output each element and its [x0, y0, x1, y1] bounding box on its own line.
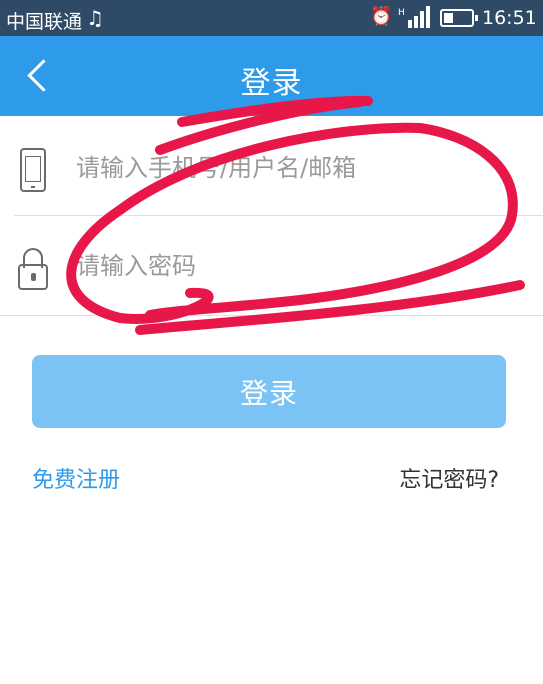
- password-input[interactable]: [76, 246, 516, 286]
- music-note-icon: ♫: [86, 6, 104, 30]
- signal-icon: H: [398, 6, 430, 28]
- lock-icon: [14, 244, 54, 292]
- battery-icon: [440, 9, 478, 27]
- username-input[interactable]: [76, 148, 516, 188]
- carrier-name: 中国联通: [6, 11, 83, 33]
- username-row: [0, 120, 543, 218]
- status-bar: 中国联通 ♫ ⏰ H 16:51: [0, 0, 543, 36]
- register-link[interactable]: 免费注册: [32, 462, 120, 494]
- phone-icon: [14, 146, 54, 194]
- forgot-password-link[interactable]: 忘记密码?: [399, 462, 499, 494]
- divider: [0, 315, 543, 316]
- alarm-icon: ⏰: [370, 6, 393, 27]
- password-row: [0, 218, 543, 316]
- login-button[interactable]: 登录: [32, 355, 506, 428]
- navbar: 登录: [0, 36, 543, 116]
- divider: [14, 215, 543, 216]
- page-title: 登录: [240, 66, 303, 101]
- clock-time: 16:51: [482, 7, 537, 29]
- svg-text:H: H: [398, 8, 405, 18]
